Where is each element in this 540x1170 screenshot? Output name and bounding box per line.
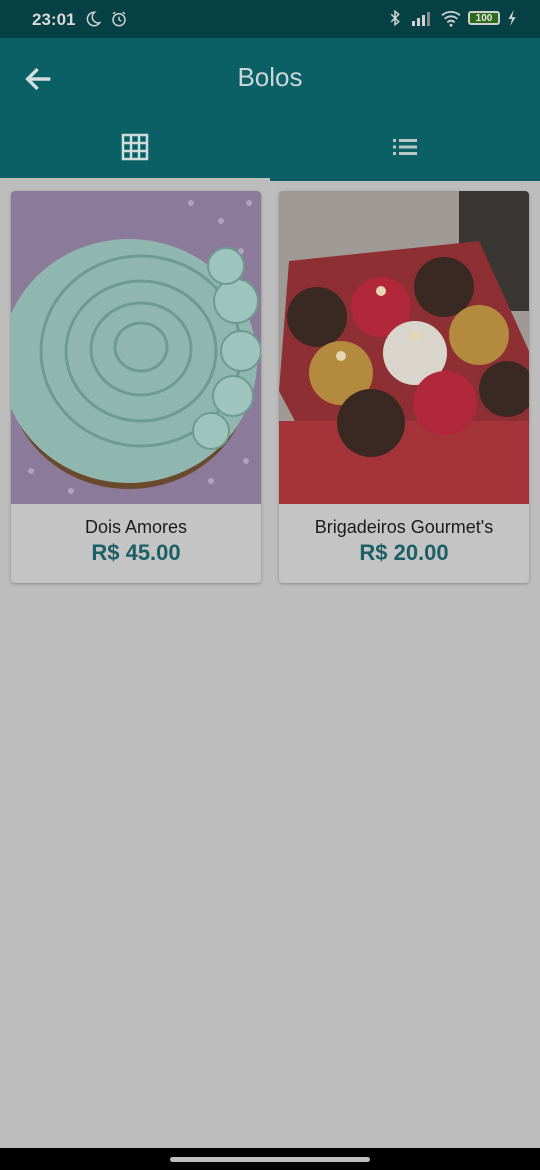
product-name: Brigadeiros Gourmet's	[314, 517, 494, 537]
product-price: R$ 20.00	[359, 540, 449, 565]
product-image	[279, 191, 529, 504]
product-card[interactable]: Brigadeiros Gourmet's R$ 20.00	[279, 191, 529, 583]
signal-icon	[412, 12, 430, 26]
product-card[interactable]: Dois Amores R$ 45.00	[11, 191, 261, 583]
home-indicator[interactable]	[170, 1157, 370, 1162]
system-nav-bar	[0, 1148, 540, 1170]
battery-icon: 100	[468, 11, 500, 25]
product-price: R$ 45.00	[91, 540, 181, 565]
product-name: Dois Amores	[84, 517, 188, 537]
alarm-icon	[112, 11, 126, 27]
page-title: Bolos	[237, 62, 303, 92]
tab-grid-view[interactable]	[0, 124, 270, 181]
app-bar: Bolos	[0, 38, 540, 181]
status-time: 23:01	[32, 10, 76, 29]
wifi-icon	[441, 11, 461, 27]
bluetooth-icon	[390, 9, 400, 27]
list-view-icon	[393, 139, 417, 155]
battery-level: 100	[475, 12, 493, 24]
tab-list-view[interactable]	[270, 124, 540, 181]
tab-selected-indicator	[0, 178, 270, 181]
moon-icon	[86, 11, 102, 27]
charging-icon	[508, 9, 516, 27]
status-bar: 23:01 100	[0, 0, 540, 38]
grid-view-icon	[121, 133, 149, 161]
product-image	[11, 191, 261, 504]
